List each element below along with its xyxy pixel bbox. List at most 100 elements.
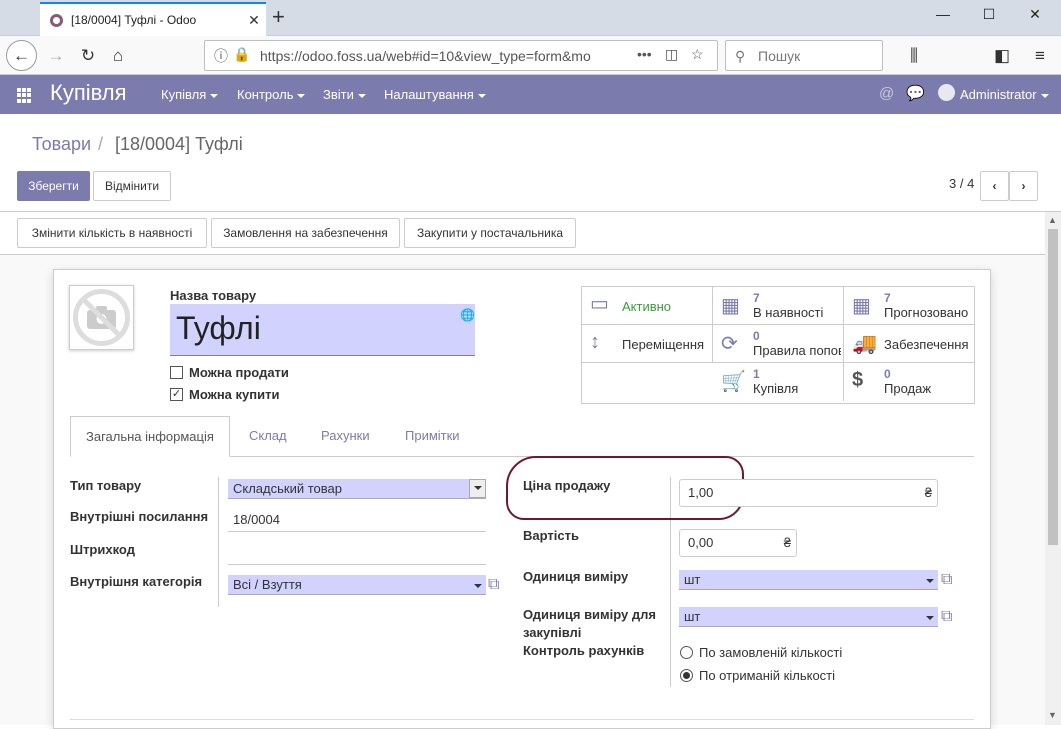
scrollbar-thumb[interactable] xyxy=(1048,229,1058,545)
maximize-icon[interactable]: ☐ xyxy=(966,6,1012,30)
external-link-icon[interactable]: ⧉ xyxy=(941,571,952,589)
select-arrow-icon[interactable] xyxy=(469,479,486,498)
sales-count: 0 xyxy=(884,367,891,381)
forecast-count: 7 xyxy=(884,291,891,305)
tab-general-info[interactable]: Загальна інформація xyxy=(70,416,230,457)
scroll-up-icon[interactable]: ▲ xyxy=(1048,215,1057,225)
internal-category-value: Всі / Взуття xyxy=(233,577,302,592)
app-name[interactable]: Купівля xyxy=(50,80,127,106)
reload-icon[interactable]: ↻ xyxy=(74,42,102,70)
search-icon: ⚲ xyxy=(735,48,746,64)
pager-value: 3 / 4 xyxy=(949,176,975,191)
chevron-down-icon[interactable] xyxy=(926,607,934,627)
library-icon[interactable]: ⫼ xyxy=(900,42,928,70)
menu-reports[interactable]: Звіти xyxy=(323,87,366,102)
product-image[interactable] xyxy=(69,285,134,350)
apps-grid-icon[interactable] xyxy=(17,88,32,103)
product-type-value: Складський товар xyxy=(233,481,342,496)
sale-price-input[interactable]: 1,00 ₴ xyxy=(679,479,938,507)
menu-settings[interactable]: Налаштування xyxy=(384,87,486,102)
browser-tab[interactable]: [18/0004] Туфлі - Odoo ✕ xyxy=(40,2,266,36)
menu-control[interactable]: Контроль xyxy=(237,87,306,102)
home-icon[interactable]: ⌂ xyxy=(104,42,132,70)
user-menu[interactable]: Administrator xyxy=(960,87,1049,102)
close-tab-icon[interactable]: ✕ xyxy=(242,12,266,29)
bill-ordered-label[interactable]: По замовленій кількості xyxy=(699,645,842,660)
url-text[interactable]: https://odoo.foss.ua/web#id=10&view_type… xyxy=(260,48,600,64)
back-arrow-icon[interactable]: ← xyxy=(6,40,37,71)
window-close-icon[interactable]: ✕ xyxy=(1012,6,1058,30)
sidebar-icon[interactable]: ◧ xyxy=(988,42,1016,70)
bookmark-star-icon[interactable]: ☆ xyxy=(691,46,704,63)
menu-label: Звіти xyxy=(323,87,354,102)
forecast-button[interactable]: ▦ 7 Прогнозовано xyxy=(844,287,975,325)
product-name-value[interactable]: Туфлі xyxy=(176,310,261,347)
minimize-icon[interactable]: — xyxy=(920,6,966,30)
can-buy-label[interactable]: Можна купити xyxy=(189,387,279,402)
bill-received-radio[interactable] xyxy=(680,669,693,682)
bill-ordered-radio[interactable] xyxy=(680,646,693,659)
purchased-button[interactable]: 🛒 1 Купівля xyxy=(713,363,844,401)
forward-arrow-icon[interactable]: → xyxy=(42,42,70,70)
sale-price-value[interactable]: 1,00 xyxy=(688,485,713,500)
tab-notes[interactable]: Примітки xyxy=(390,416,475,457)
internal-ref-input[interactable]: 18/0004 xyxy=(228,510,486,532)
cost-value[interactable]: 0,00 xyxy=(688,535,713,550)
on-hand-button[interactable]: ▦ 7 В наявності xyxy=(713,287,844,325)
uom-select[interactable]: шт xyxy=(679,570,938,590)
external-link-icon[interactable]: ⧉ xyxy=(941,608,952,626)
menu-label: Контроль xyxy=(237,87,294,102)
reordering-rules-button[interactable]: ⟳ 0 Правила поповнення xyxy=(713,325,844,363)
at-mention-icon[interactable]: @ xyxy=(879,85,894,102)
url-bar[interactable]: ⓘ 🔒 https://odoo.foss.ua/web#id=10&view_… xyxy=(204,40,718,71)
vertical-scrollbar[interactable]: ▲ ▼ xyxy=(1045,212,1061,725)
purchase-uom-label: Одиниця виміру для закупівлі xyxy=(523,607,656,640)
bill-received-label[interactable]: По отриманій кількості xyxy=(699,668,835,683)
scroll-down-icon[interactable]: ▼ xyxy=(1048,710,1057,720)
can-sell-label[interactable]: Можна продати xyxy=(189,365,289,380)
active-toggle-button[interactable]: ▭ Активно xyxy=(582,287,713,325)
product-name-input[interactable]: Туфлі 🌐 xyxy=(170,304,475,356)
chat-bubbles-icon[interactable]: 💬 xyxy=(906,84,925,102)
tab-inventory[interactable]: Склад xyxy=(234,416,302,457)
replenish-order-button[interactable]: Замовлення на забезпечення xyxy=(211,218,400,248)
currency-symbol: ₴ xyxy=(783,535,791,550)
replenish-button[interactable]: 🚚 Забезпечення xyxy=(844,325,975,363)
browser-search-box[interactable]: ⚲ Пошук xyxy=(725,40,883,71)
pager-previous-icon[interactable]: ‹ xyxy=(980,171,1009,201)
buy-from-vendor-button[interactable]: Закупити у постачальника xyxy=(404,218,576,248)
page-actions-icon[interactable]: ••• xyxy=(637,46,652,62)
chevron-down-icon[interactable] xyxy=(474,575,482,595)
discard-button[interactable]: Відмінити xyxy=(93,171,171,201)
internal-category-select[interactable]: Всі / Взуття xyxy=(228,575,486,595)
cost-input[interactable]: 0,00 ₴ xyxy=(679,529,797,557)
purchase-uom-select[interactable]: шт xyxy=(679,607,938,627)
pager-next-icon[interactable]: › xyxy=(1009,171,1038,201)
barcode-input[interactable] xyxy=(228,543,486,565)
dollar-icon: $ xyxy=(852,369,864,391)
pocket-icon[interactable]: ◫ xyxy=(665,46,678,63)
menu-purchase[interactable]: Купівля xyxy=(161,87,219,102)
browser-navbar: ← → ↻ ⌂ ⓘ 🔒 https://odoo.foss.ua/web#id=… xyxy=(0,36,1061,75)
shopping-cart-icon: 🛒 xyxy=(721,371,746,393)
can-sell-checkbox[interactable] xyxy=(170,366,183,379)
tab-invoicing[interactable]: Рахунки xyxy=(306,416,385,457)
info-icon[interactable]: ⓘ xyxy=(214,46,228,66)
translate-globe-icon[interactable]: 🌐 xyxy=(460,308,475,322)
update-qty-button[interactable]: Змінити кількість в наявності xyxy=(17,218,207,248)
uom-label: Одиниця виміру xyxy=(523,569,629,584)
hamburger-menu-icon[interactable]: ≡ xyxy=(1026,42,1054,70)
internal-ref-value[interactable]: 18/0004 xyxy=(233,512,280,527)
stock-moves-button[interactable]: ↕ Переміщення xyxy=(582,325,713,363)
can-buy-checkbox[interactable]: ✓ xyxy=(170,388,183,401)
control-panel: Товари / [18/0004] Туфлі Зберегти Відмін… xyxy=(0,114,1061,212)
chevron-down-icon[interactable] xyxy=(926,570,934,590)
replenish-label: Забезпечення xyxy=(884,337,969,352)
external-link-icon[interactable]: ⧉ xyxy=(488,576,499,594)
avatar[interactable] xyxy=(938,84,955,101)
product-type-select[interactable]: Складський товар xyxy=(228,479,486,499)
save-button[interactable]: Зберегти xyxy=(17,171,90,201)
new-tab-button[interactable]: + xyxy=(272,4,285,30)
sold-button[interactable]: $ 0 Продаж xyxy=(844,363,975,401)
breadcrumb-parent[interactable]: Товари xyxy=(32,134,91,155)
